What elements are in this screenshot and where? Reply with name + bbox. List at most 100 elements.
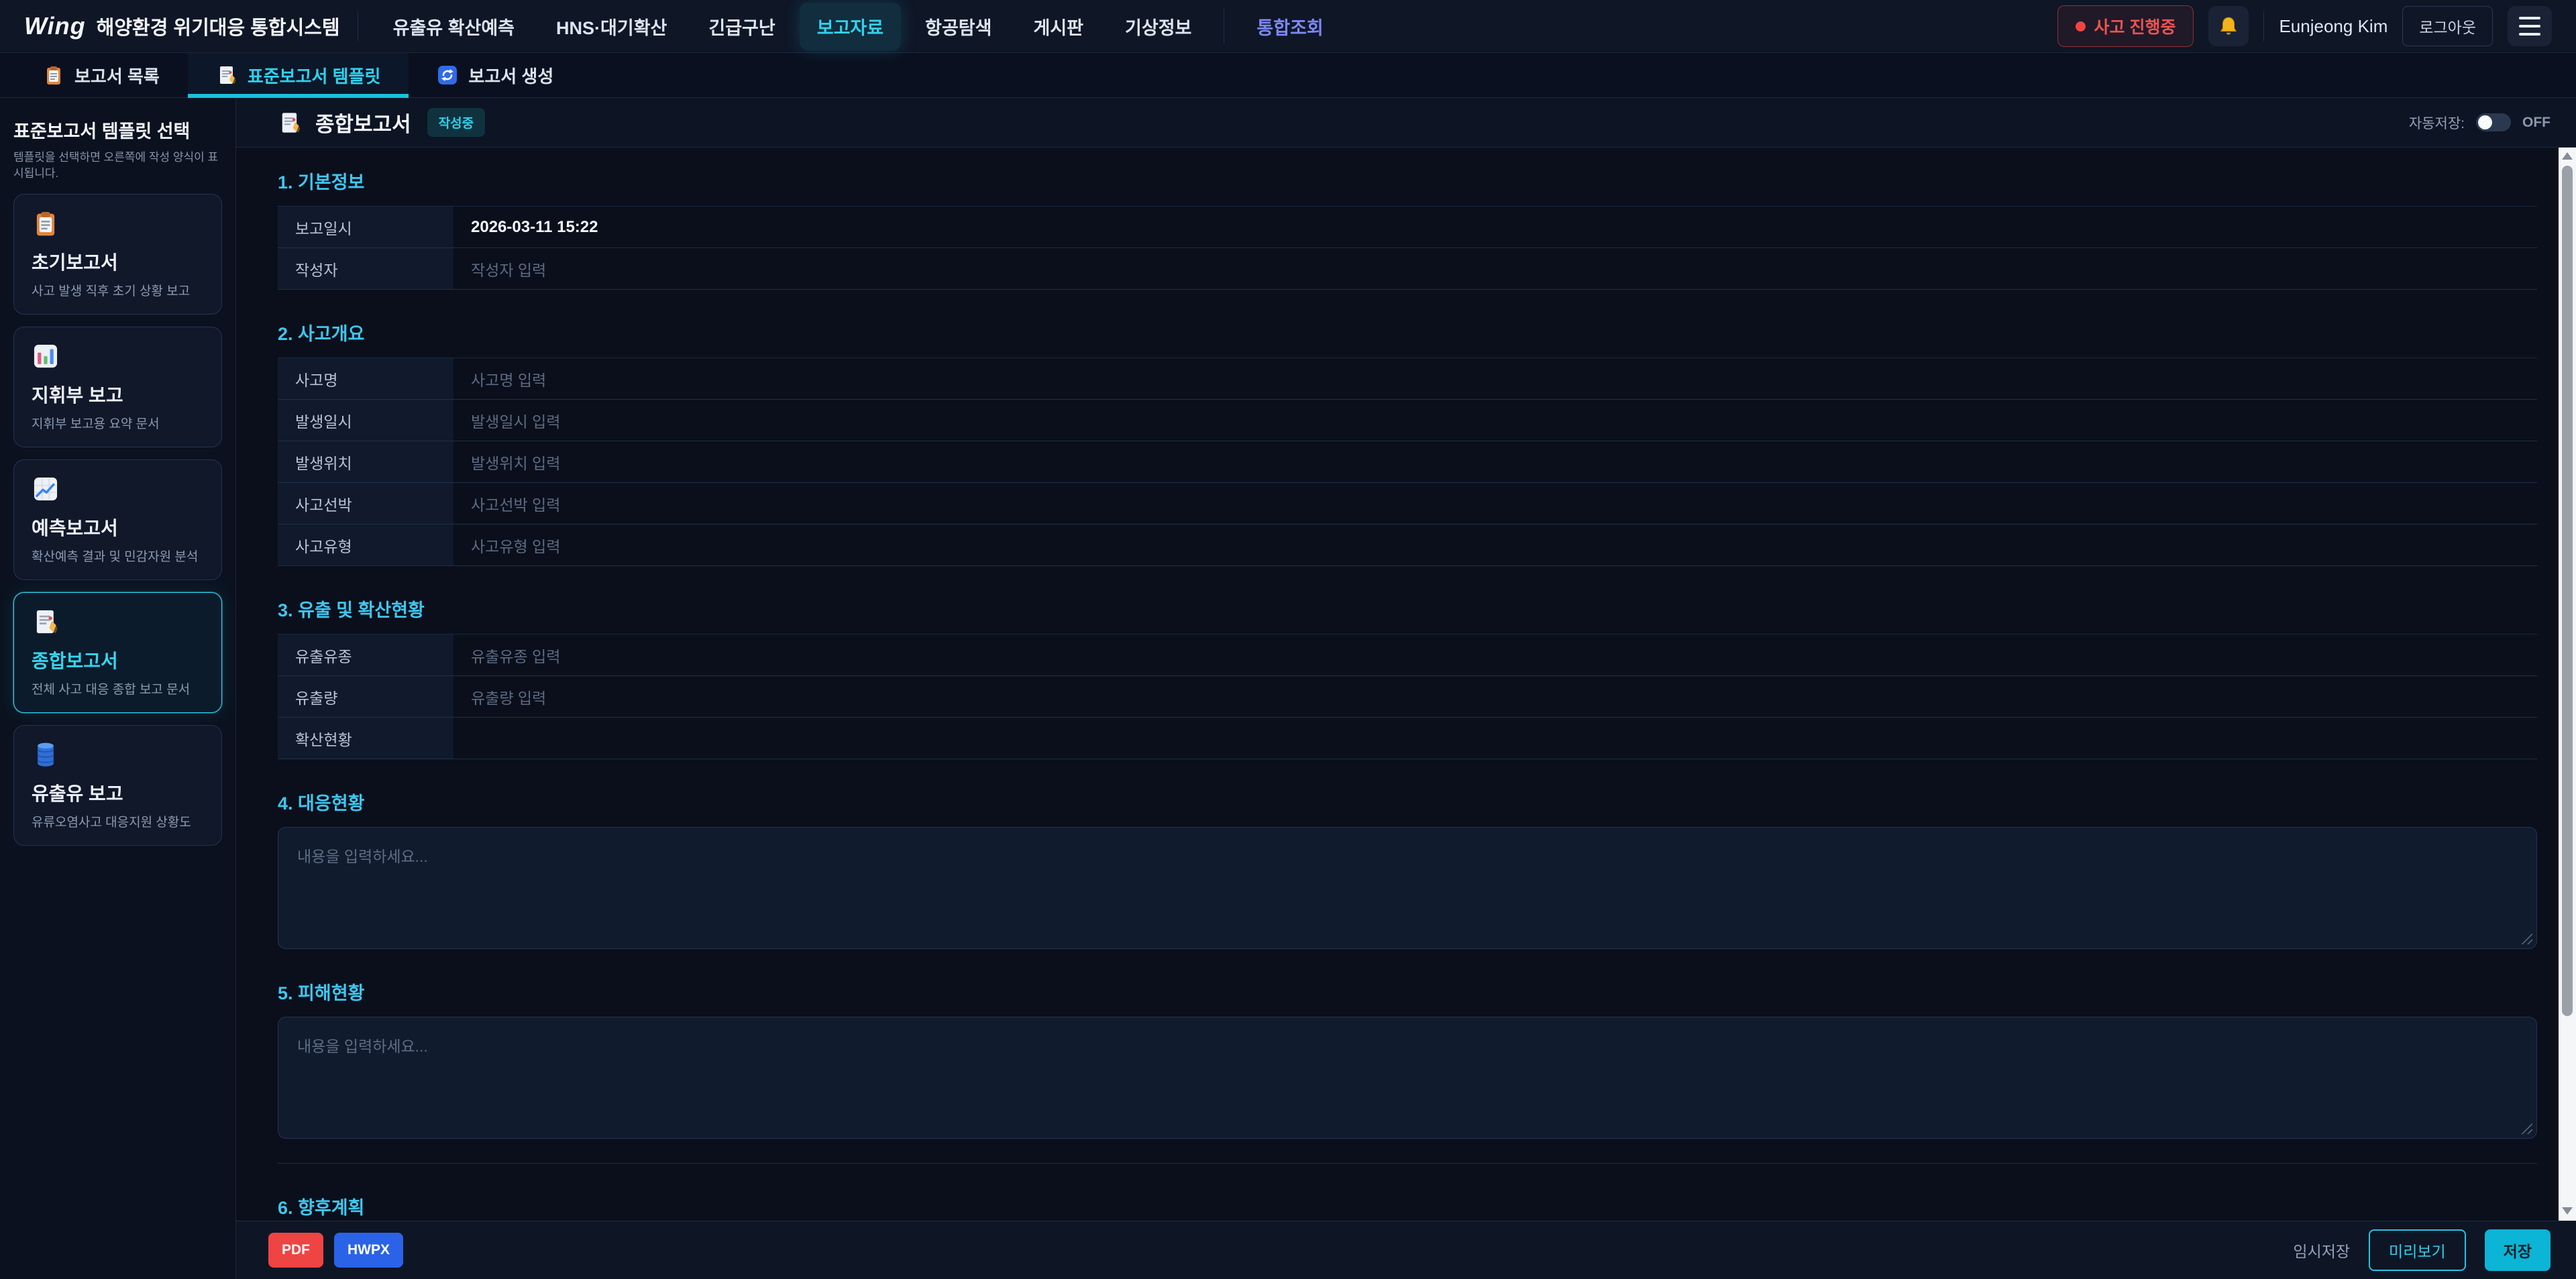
table-row: 사고선박 사고선박 입력 <box>278 483 2537 524</box>
template-desc: 지휘부 보고용 요약 문서 <box>32 414 204 432</box>
autosave-control: 자동저장: OFF <box>2409 113 2551 133</box>
template-title: 초기보고서 <box>32 248 204 275</box>
template-card-oil-spill-report[interactable]: 유출유 보고 유류오염사고 대응지원 상황도 <box>13 725 222 846</box>
autosave-state: OFF <box>2522 115 2551 131</box>
report-header: 종합보고서 작성중 자동저장: OFF <box>236 98 2576 148</box>
tab-label: 보고서 목록 <box>74 63 160 88</box>
damage-status-textarea-wrap <box>278 1017 2537 1139</box>
occurrence-datetime-field[interactable]: 발생일시 입력 <box>453 400 2537 441</box>
table-row: 작성자 작성자 입력 <box>278 248 2537 290</box>
sidebar-subtitle: 템플릿을 선택하면 오른쪽에 작성 양식이 표시됩니다. <box>13 150 222 182</box>
table-row: 유출량 유출량 입력 <box>278 676 2537 718</box>
brand-logo: Wing <box>24 12 86 40</box>
table-row: 사고명 사고명 입력 <box>278 358 2537 400</box>
incident-vessel-field[interactable]: 사고선박 입력 <box>453 483 2537 524</box>
diffusion-status-field[interactable] <box>453 718 2537 759</box>
section-heading-damage-status: 5. 피해현황 <box>278 979 2537 1005</box>
field-label: 보고일시 <box>278 207 453 247</box>
hamburger-menu-button[interactable] <box>2508 6 2552 46</box>
toggle-knob <box>2478 115 2492 129</box>
section-heading-response-status: 4. 대응현황 <box>278 789 2537 815</box>
oil-drum-icon <box>32 740 60 769</box>
section-heading-basic-info: 1. 기본정보 <box>278 168 2537 194</box>
table-row: 확산현황 <box>278 718 2537 759</box>
template-desc: 전체 사고 대응 종합 보고 문서 <box>32 679 204 698</box>
template-card-prediction-report[interactable]: 예측보고서 확산예측 결과 및 민감자원 분석 <box>13 459 222 580</box>
brand: Wing 해양환경 위기대응 통합시스템 <box>24 12 340 40</box>
template-card-command-report[interactable]: 지휘부 보고 지휘부 보고용 요약 문서 <box>13 327 222 447</box>
save-button[interactable]: 저장 <box>2485 1229 2551 1271</box>
tab-report-list[interactable]: 보고서 목록 <box>15 53 188 97</box>
template-card-initial-report[interactable]: 초기보고서 사고 발생 직후 초기 상황 보고 <box>13 194 222 315</box>
field-label: 사고선박 <box>278 483 453 524</box>
export-hwpx-button[interactable]: HWPX <box>334 1233 403 1268</box>
action-bar: PDF HWPX 임시저장 미리보기 저장 <box>236 1221 2576 1279</box>
template-card-comprehensive-report[interactable]: 종합보고서 전체 사고 대응 종합 보고 문서 <box>13 592 222 713</box>
field-label: 발생위치 <box>278 441 453 482</box>
incident-dot-icon <box>2076 21 2086 32</box>
preview-button[interactable]: 미리보기 <box>2369 1229 2466 1271</box>
main-shell: 표준보고서 템플릿 선택 템플릿을 선택하면 오른쪽에 작성 양식이 표시됩니다… <box>0 98 2576 1279</box>
nav-item-aerial-search[interactable]: 항공탐색 <box>908 3 1009 50</box>
autosave-toggle[interactable] <box>2476 113 2511 131</box>
nav-item-reports[interactable]: 보고자료 <box>800 3 901 50</box>
incident-type-field[interactable]: 사고유형 입력 <box>453 524 2537 565</box>
logout-button[interactable]: 로그아웃 <box>2402 6 2493 46</box>
field-label: 유출량 <box>278 676 453 717</box>
oil-type-field[interactable]: 유출유종 입력 <box>453 634 2537 675</box>
section-heading-incident-overview: 2. 사고개요 <box>278 319 2537 345</box>
table-row: 발생위치 발생위치 입력 <box>278 441 2537 483</box>
incident-status-badge[interactable]: 사고 진행중 <box>2057 5 2194 47</box>
incident-name-field[interactable]: 사고명 입력 <box>453 358 2537 399</box>
trend-chart-icon <box>32 475 60 503</box>
refresh-icon <box>437 64 458 86</box>
tab-standard-report-template[interactable]: 표준보고서 템플릿 <box>188 53 409 97</box>
table-row: 발생일시 발생일시 입력 <box>278 400 2537 441</box>
report-tab-bar: 보고서 목록 표준보고서 템플릿 보고서 생성 <box>0 53 2576 98</box>
nav-item-emergency-rescue[interactable]: 긴급구난 <box>691 3 792 50</box>
memo-icon <box>32 608 60 636</box>
page-title: 종합보고서 <box>315 107 411 137</box>
spill-amount-field[interactable]: 유출량 입력 <box>453 676 2537 717</box>
template-title: 유출유 보고 <box>32 779 204 806</box>
section-divider <box>278 1163 2537 1164</box>
tab-report-generation[interactable]: 보고서 생성 <box>409 53 582 97</box>
field-label: 확산현황 <box>278 718 453 759</box>
field-label: 사고유형 <box>278 524 453 565</box>
template-title: 종합보고서 <box>32 647 204 673</box>
nav-item-integrated-search[interactable]: 통합조회 <box>1239 3 1340 50</box>
incident-status-label: 사고 진행중 <box>2094 14 2176 38</box>
damage-status-textarea[interactable] <box>278 1017 2537 1139</box>
report-datetime-field[interactable]: 2026-03-11 15:22 <box>453 207 2537 247</box>
field-label: 사고명 <box>278 358 453 399</box>
export-pdf-button[interactable]: PDF <box>268 1233 323 1268</box>
system-title: 해양환경 위기대응 통합시스템 <box>97 12 340 40</box>
action-bar-right: 임시저장 미리보기 저장 <box>2293 1229 2551 1271</box>
bell-icon <box>2217 15 2240 38</box>
occurrence-location-field[interactable]: 발생위치 입력 <box>453 441 2537 482</box>
tab-label: 보고서 생성 <box>468 63 553 88</box>
template-desc: 유류오염사고 대응지원 상황도 <box>32 812 204 830</box>
nav-item-oil-spill-prediction[interactable]: 유출유 확산예측 <box>376 3 532 50</box>
table-row: 보고일시 2026-03-11 15:22 <box>278 207 2537 248</box>
memo-icon <box>216 64 237 86</box>
scroll-up-arrow-icon[interactable] <box>2562 152 2573 160</box>
response-status-textarea[interactable] <box>278 827 2537 949</box>
scroll-down-arrow-icon[interactable] <box>2562 1207 2573 1215</box>
table-row: 유출유종 유출유종 입력 <box>278 634 2537 676</box>
temp-save-button[interactable]: 임시저장 <box>2293 1239 2350 1262</box>
main-nav: 유출유 확산예측 HNS·대기확산 긴급구난 보고자료 항공탐색 게시판 기상정… <box>376 3 2040 50</box>
response-status-textarea-wrap <box>278 827 2537 949</box>
nav-item-board[interactable]: 게시판 <box>1016 3 1102 50</box>
notifications-button[interactable] <box>2208 6 2249 46</box>
basic-info-table: 보고일시 2026-03-11 15:22 작성자 작성자 입력 <box>278 206 2537 290</box>
autosave-label: 자동저장: <box>2409 113 2465 133</box>
field-label: 발생일시 <box>278 400 453 441</box>
vertical-scrollbar[interactable] <box>2559 148 2576 1221</box>
nav-item-weather[interactable]: 기상정보 <box>1108 3 1209 50</box>
author-field[interactable]: 작성자 입력 <box>453 248 2537 289</box>
report-form: 1. 기본정보 보고일시 2026-03-11 15:22 작성자 작성자 입력… <box>236 148 2559 1221</box>
hamburger-icon <box>2519 17 2540 19</box>
nav-item-hns-diffusion[interactable]: HNS·대기확산 <box>539 3 684 50</box>
scrollbar-thumb[interactable] <box>2562 166 2573 1016</box>
